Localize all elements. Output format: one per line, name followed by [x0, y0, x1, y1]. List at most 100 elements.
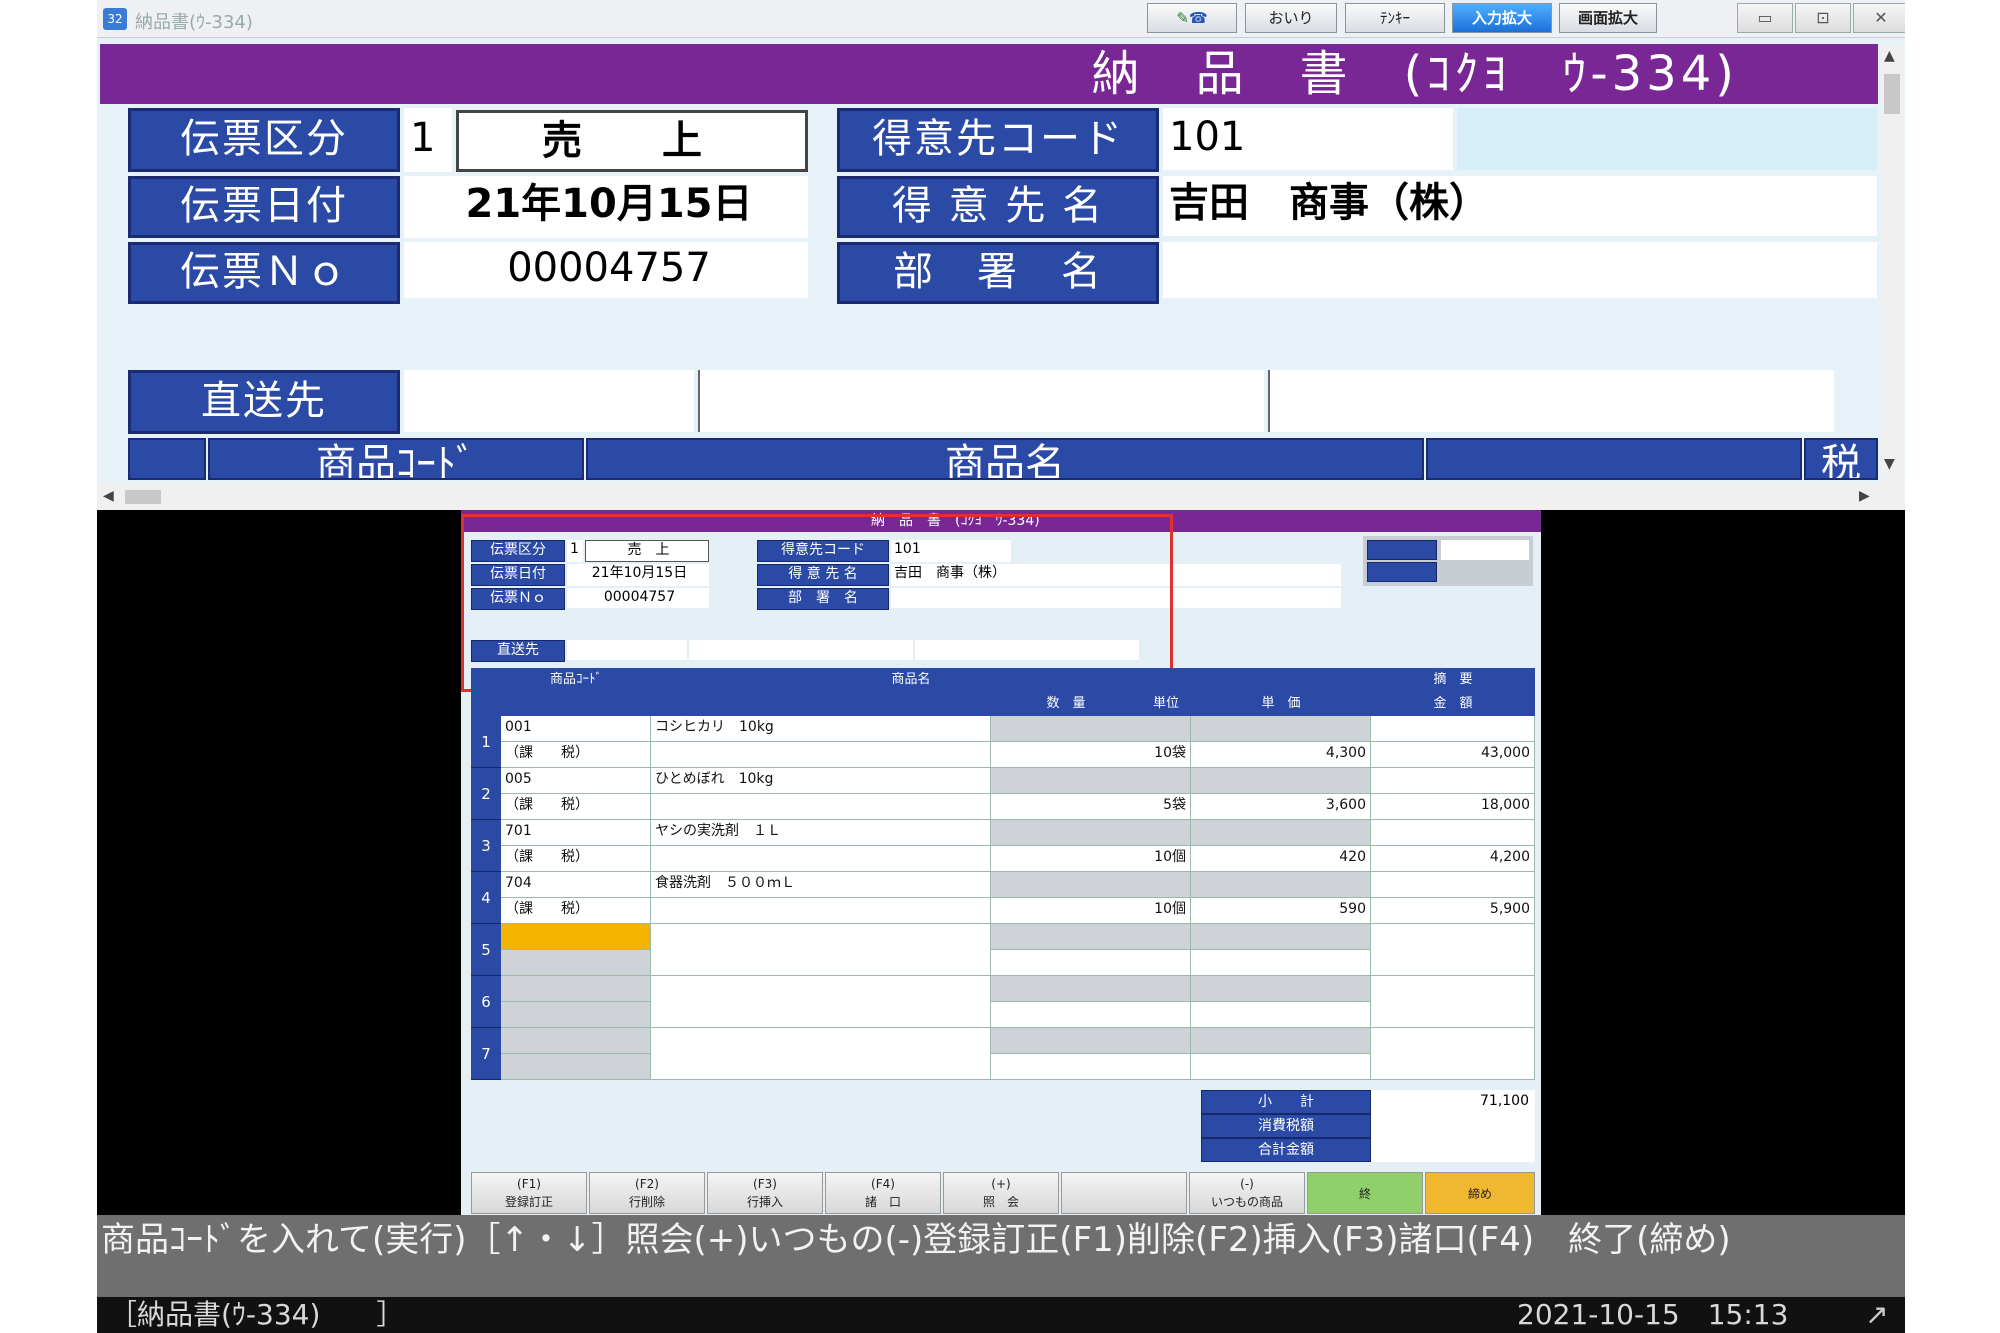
denpyo-no-value[interactable]: 00004757	[404, 242, 808, 298]
chokusosaki-label: 直送先	[128, 370, 400, 434]
row-qty-top	[991, 976, 1191, 1002]
fkey-label: 行挿入	[746, 1195, 783, 1209]
row-name: コシヒカリ 10kg	[651, 716, 991, 742]
fkey: (F4)	[871, 1177, 895, 1191]
tax-label: 消費税額	[1201, 1114, 1371, 1138]
tokuisaki-code-value[interactable]: 101	[1163, 108, 1453, 170]
vertical-scrollbar[interactable]: ▲ ▼	[1881, 44, 1903, 484]
subtotal-value: 71,100	[1371, 1090, 1535, 1114]
row-price[interactable]	[1191, 950, 1371, 976]
row-number: 6	[471, 976, 501, 1028]
status-bar: ［納品書(ｳ-334) ］ 2021-10-15 15:13 ↗	[97, 1297, 1905, 1333]
row-qty[interactable]	[991, 1002, 1191, 1028]
fkey-label: いつもの商品	[1210, 1195, 1283, 1209]
fkey: (+)	[991, 1177, 1011, 1191]
row-code[interactable]	[501, 976, 651, 1002]
scroll-down-icon[interactable]: ▼	[1884, 456, 1895, 472]
header-product-name: 商品名	[586, 438, 1424, 480]
total-value	[1371, 1138, 1535, 1162]
active-code-input[interactable]	[501, 924, 651, 950]
fkey-label: 行削除	[628, 1195, 665, 1209]
blank-fkey-button[interactable]	[1061, 1172, 1187, 1214]
total-label: 合計金額	[1201, 1138, 1371, 1162]
row-number: 3	[471, 820, 501, 872]
row-code[interactable]	[501, 1028, 651, 1054]
chokusosaki-field-3[interactable]	[1268, 370, 1834, 432]
busho-name-value[interactable]	[1163, 242, 1877, 298]
row-qty[interactable]: 10袋	[991, 742, 1191, 768]
row-tax: （課 税）	[501, 794, 651, 820]
preview-form: 納 品 書 (ｺｸﾖ ｳ-334) 伝票区分 1 売 上 伝票日付 21年10月…	[461, 510, 1541, 1215]
row-qty-top	[991, 872, 1191, 898]
row-amount: 43,000	[1371, 742, 1535, 768]
input-zoom-button[interactable]: 入力拡大	[1452, 3, 1552, 33]
tenkey-button[interactable]: ﾃﾝｷｰ	[1345, 3, 1445, 33]
row-price[interactable]: 4,300	[1191, 742, 1371, 768]
row-tax	[501, 1002, 651, 1028]
row-price[interactable]	[1191, 1002, 1371, 1028]
row-price[interactable]: 420	[1191, 846, 1371, 872]
scroll-right-icon[interactable]: ▶	[1859, 488, 1870, 504]
f1-button[interactable]: (F1) 登録訂正	[471, 1172, 587, 1214]
usual-items-button[interactable]: (-) いつもの商品	[1189, 1172, 1305, 1214]
denpyo-hizuke-value[interactable]: 21年10月15日	[404, 176, 808, 238]
otsuri-button[interactable]: おいり	[1245, 3, 1337, 33]
row-amount	[1371, 976, 1535, 1028]
row-qty[interactable]: 5袋	[991, 794, 1191, 820]
chokusosaki-field-2[interactable]	[698, 370, 1264, 432]
row-qty[interactable]	[991, 1054, 1191, 1080]
preview-table-body: 1 001 （課 税） コシヒカリ 10kg 10袋 4,300 43,000 …	[471, 716, 1535, 1080]
signal-icon: ↗	[1865, 1298, 1889, 1331]
screen-zoom-button[interactable]: 画面拡大	[1559, 3, 1657, 33]
fkey-label: 登録訂正	[504, 1195, 553, 1209]
row-code[interactable]: 704	[501, 872, 651, 898]
row-qty[interactable]: 10個	[991, 898, 1191, 924]
chokusosaki-field-1[interactable]	[404, 370, 694, 432]
denpyo-kubun-code[interactable]: 1	[404, 108, 452, 172]
row-price[interactable]: 590	[1191, 898, 1371, 924]
row-price[interactable]: 3,600	[1191, 794, 1371, 820]
row-tax	[501, 1054, 651, 1080]
row-price[interactable]	[1191, 1054, 1371, 1080]
preview-header-qty: 数 量	[1046, 696, 1086, 711]
phone-pen-button[interactable]: ✎☎	[1147, 3, 1237, 33]
row-price-top	[1191, 924, 1371, 950]
f2-button[interactable]: (F2) 行削除	[589, 1172, 705, 1214]
end-button[interactable]: 終	[1307, 1172, 1423, 1214]
preview-header-amount: 金 額	[1433, 696, 1473, 711]
minimize-icon[interactable]: ▭	[1737, 3, 1793, 33]
tokuisaki-name-value[interactable]: 吉田 商事（株）	[1163, 176, 1877, 236]
row-code[interactable]: 701	[501, 820, 651, 846]
fkey-label: 諸 口	[864, 1195, 901, 1209]
scroll-up-icon[interactable]: ▲	[1884, 48, 1895, 64]
fkey: (F2)	[635, 1177, 659, 1191]
preview-header-price: 単 価	[1261, 696, 1301, 711]
row-qty[interactable]	[991, 950, 1191, 976]
close-slip-button[interactable]: 締め	[1425, 1172, 1535, 1214]
inquiry-button[interactable]: (+) 照 会	[943, 1172, 1059, 1214]
hscroll-thumb[interactable]	[125, 490, 161, 504]
row-name	[651, 976, 991, 1028]
row-name	[651, 1028, 991, 1080]
restore-icon[interactable]: ⊡	[1795, 3, 1851, 33]
row-qty[interactable]: 10個	[991, 846, 1191, 872]
tokuisaki-code-extra	[1457, 108, 1877, 170]
row-qty-top	[991, 716, 1191, 742]
row-name	[651, 924, 991, 976]
row-code[interactable]: 001	[501, 716, 651, 742]
close-icon[interactable]: ✕	[1853, 3, 1905, 33]
f3-button[interactable]: (F3) 行挿入	[707, 1172, 823, 1214]
fkey: (-)	[1240, 1177, 1254, 1191]
row-number: 2	[471, 768, 501, 820]
row-price-top	[1191, 768, 1371, 794]
scroll-left-icon[interactable]: ◀	[103, 488, 114, 504]
horizontal-scrollbar[interactable]: ◀ ▶	[97, 484, 1905, 510]
preview-side-label-1	[1367, 540, 1437, 560]
app-window: 32 納品書(ｳ-334) ✎☎ おいり ﾃﾝｷｰ 入力拡大 画面拡大 ▭ ⊡ …	[97, 0, 1905, 1333]
scroll-thumb[interactable]	[1884, 74, 1900, 114]
denpyo-kubun-value[interactable]: 売 上	[456, 110, 808, 172]
row-price-top	[1191, 872, 1371, 898]
row-code[interactable]: 005	[501, 768, 651, 794]
row-tax: （課 税）	[501, 846, 651, 872]
f4-button[interactable]: (F4) 諸 口	[825, 1172, 941, 1214]
